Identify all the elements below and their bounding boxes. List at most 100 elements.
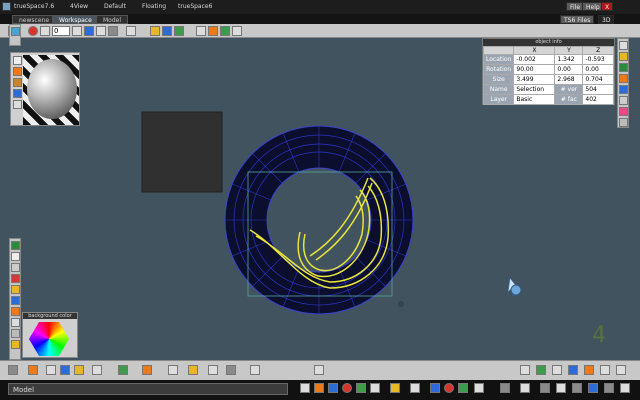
material-icon[interactable] [196, 26, 206, 36]
nav-reset-icon[interactable] [600, 365, 610, 375]
tab-workspace[interactable]: Workspace [52, 15, 99, 24]
material-preview-panel[interactable] [10, 52, 80, 126]
close-button[interactable]: X [601, 2, 614, 11]
nav-fullscreen-icon[interactable] [616, 365, 626, 375]
paint-icon[interactable] [208, 26, 218, 36]
location-x-field[interactable]: -0.002 [513, 54, 556, 65]
settings-icon[interactable] [604, 383, 614, 393]
nav-delete-icon[interactable] [208, 365, 218, 375]
frame-icon[interactable] [410, 383, 420, 393]
z-axis-icon[interactable] [458, 383, 468, 393]
material-reflect-icon[interactable] [13, 100, 22, 109]
nav-group-icon[interactable] [250, 365, 260, 375]
workspace-menu[interactable]: trueSpace6 [178, 3, 212, 10]
nav-scale-icon[interactable] [46, 365, 56, 375]
default-layout-menu[interactable]: Default [104, 3, 126, 10]
nav-light-icon[interactable] [74, 365, 84, 375]
tool-pick-icon[interactable] [11, 241, 20, 250]
snap-icon[interactable] [520, 383, 530, 393]
key-icon[interactable] [390, 383, 400, 393]
step-back-icon[interactable] [72, 26, 82, 36]
record-icon[interactable] [28, 26, 38, 36]
scene-icon[interactable] [356, 383, 366, 393]
rotation-y-field[interactable]: 0.00 [554, 64, 584, 75]
render-scene-icon[interactable] [232, 26, 242, 36]
nav-fit-icon[interactable] [584, 365, 594, 375]
view-icon[interactable] [556, 383, 566, 393]
window-icon[interactable] [588, 383, 598, 393]
mode-3d-button[interactable]: 3D [598, 15, 615, 24]
rewind-icon[interactable] [40, 26, 50, 36]
object-icon[interactable] [174, 26, 184, 36]
location-z-field[interactable]: -0.593 [582, 54, 614, 65]
layer-dropdown[interactable]: Basic [513, 94, 556, 105]
name-dropdown[interactable]: Selection [513, 84, 556, 95]
tool-paint-icon[interactable] [11, 274, 20, 283]
background-color-panel[interactable]: background color [22, 312, 78, 358]
grid-icon[interactable] [126, 26, 136, 36]
local-icon[interactable] [500, 383, 510, 393]
step-forward-icon[interactable] [96, 26, 106, 36]
nav-object-icon[interactable] [92, 365, 102, 375]
dark-square-object[interactable] [141, 111, 223, 193]
list-icon[interactable] [108, 26, 118, 36]
tool-deform-icon[interactable] [11, 263, 20, 272]
tool-path-icon[interactable] [11, 252, 20, 261]
grid-toggle-icon[interactable] [540, 383, 550, 393]
rotation-x-field[interactable]: 90.00 [513, 64, 556, 75]
torus-mesh[interactable] [224, 125, 414, 315]
tool-camera-icon[interactable] [11, 296, 20, 305]
floating-menu[interactable]: Floating [142, 3, 166, 10]
tool-sphere-icon[interactable] [11, 307, 20, 316]
tool-polygon-icon[interactable] [11, 318, 20, 327]
camera-icon[interactable] [162, 26, 172, 36]
light-icon[interactable] [150, 26, 160, 36]
tool-light-icon[interactable] [11, 285, 20, 294]
ts6-files-button[interactable]: TS6 Files [560, 15, 595, 24]
layers-icon[interactable] [619, 118, 628, 127]
nav-copy-icon[interactable] [226, 365, 236, 375]
nav-export-icon[interactable] [314, 365, 324, 375]
tool-render-icon[interactable] [11, 340, 20, 349]
x-axis-icon[interactable] [430, 383, 440, 393]
nav-zoom-icon[interactable] [536, 365, 546, 375]
color-hexagon[interactable] [29, 322, 69, 356]
material-edit-icon[interactable] [13, 56, 22, 65]
play-icon[interactable] [84, 26, 94, 36]
display-icon[interactable] [572, 383, 582, 393]
anim-icon[interactable] [314, 383, 324, 393]
render-icon[interactable] [220, 26, 230, 36]
size-y-field[interactable]: 2.968 [554, 74, 584, 85]
globe-icon[interactable] [619, 63, 628, 72]
sky-icon[interactable] [619, 85, 628, 94]
nav-camera-icon[interactable] [60, 365, 70, 375]
material-ball-icon[interactable] [342, 383, 352, 393]
nav-pan-icon[interactable] [552, 365, 562, 375]
sphere-icon[interactable] [328, 383, 338, 393]
arrange-icon[interactable] [11, 27, 20, 36]
rotation-z-field[interactable]: 0.00 [582, 64, 614, 75]
world-icon[interactable] [474, 383, 484, 393]
view-layout-menu[interactable]: 4View [70, 3, 88, 10]
axis-icon[interactable] [300, 383, 310, 393]
nav-move-icon[interactable] [8, 365, 18, 375]
frame-field[interactable]: 0 [52, 26, 70, 36]
size-x-field[interactable]: 3.499 [513, 74, 556, 85]
location-y-field[interactable]: 1.342 [554, 54, 584, 65]
y-axis-icon[interactable] [444, 383, 454, 393]
nav-rotate-icon[interactable] [28, 365, 38, 375]
material-texture-icon[interactable] [13, 78, 22, 87]
edit-icon[interactable] [370, 383, 380, 393]
light-panel-icon[interactable] [619, 52, 628, 61]
object-tool-icon[interactable] [619, 96, 628, 105]
material-bump-icon[interactable] [13, 89, 22, 98]
tab-model[interactable]: Model [96, 15, 129, 24]
palette-icon[interactable] [619, 107, 628, 116]
nav-icon[interactable] [619, 41, 628, 50]
tab-newscene[interactable]: newscene [12, 15, 57, 24]
tool-spline-icon[interactable] [11, 329, 20, 338]
nav-render-icon[interactable] [118, 365, 128, 375]
nav-animate-icon[interactable] [142, 365, 152, 375]
nav-view-icon[interactable] [520, 365, 530, 375]
info-icon[interactable] [620, 383, 630, 393]
